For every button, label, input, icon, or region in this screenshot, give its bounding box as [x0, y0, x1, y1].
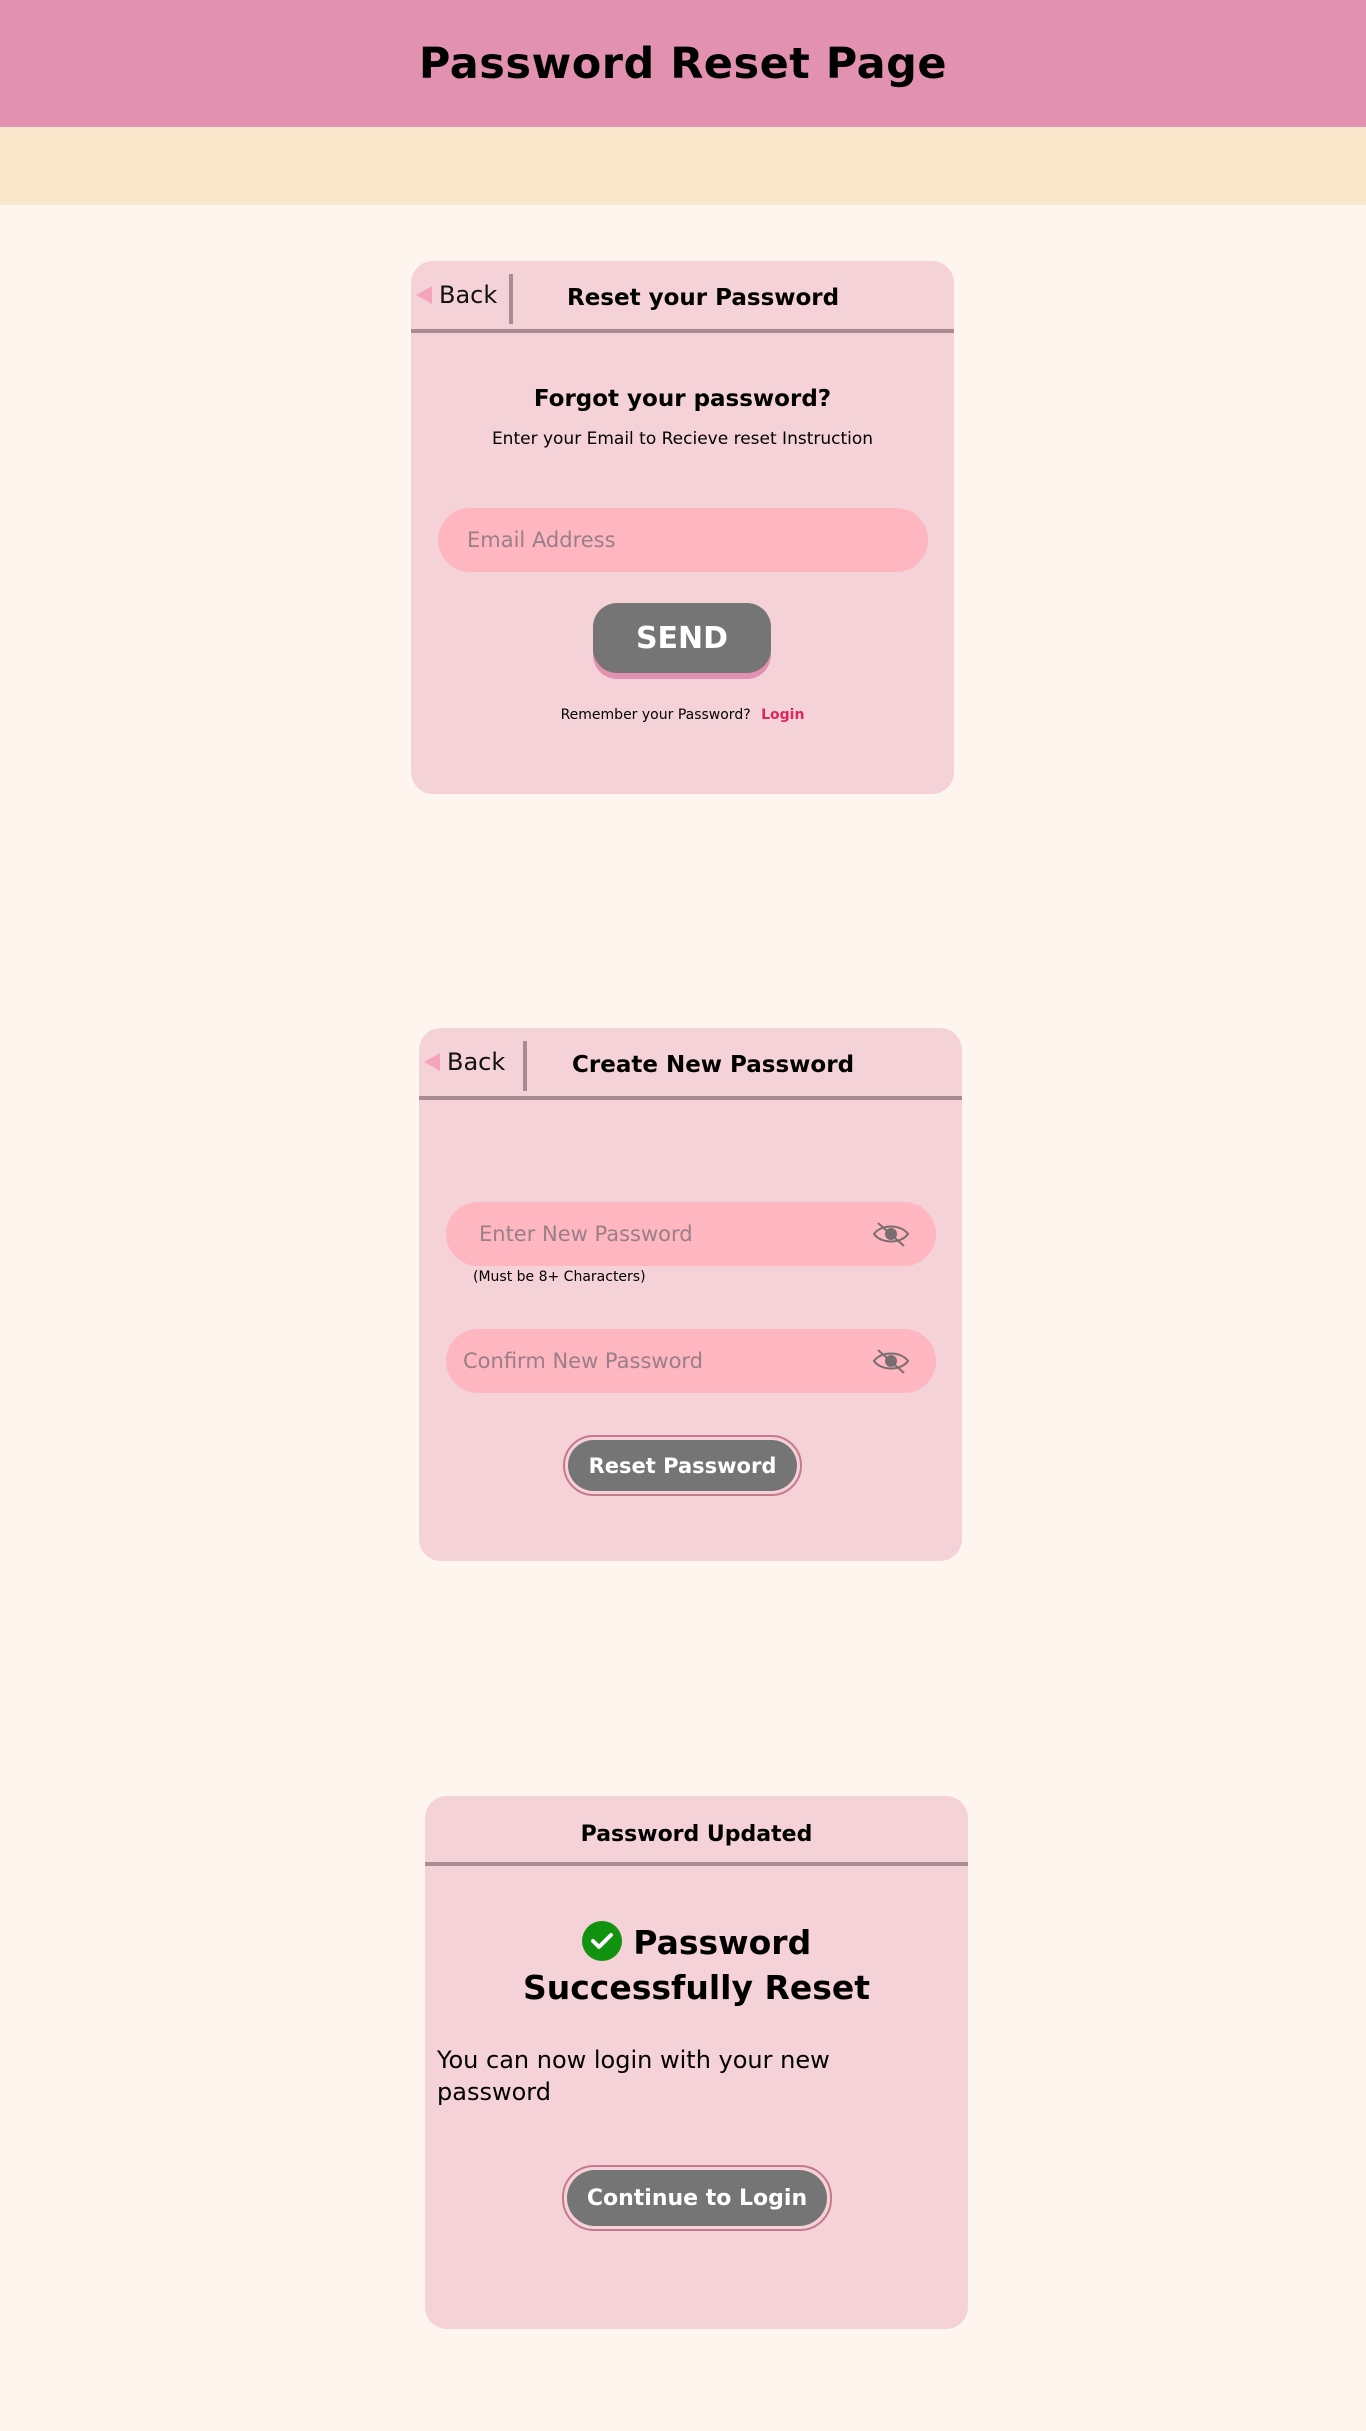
- forgot-heading: Forgot your password?: [533, 386, 832, 412]
- card-title: Reset your Password: [567, 285, 840, 311]
- reset-instruction: Enter your Email to Recieve reset Instru…: [491, 429, 874, 449]
- email-input[interactable]: [438, 508, 928, 572]
- create-password-card: Back Create New Password (Must be 8+ Cha…: [419, 1028, 962, 1561]
- card-title: Password Updated: [580, 1822, 813, 1847]
- back-arrow-icon: [416, 286, 432, 304]
- eye-slash-icon[interactable]: [872, 1347, 910, 1375]
- card-header: Back Create New Password: [419, 1028, 962, 1100]
- check-circle-icon: [581, 1920, 622, 1961]
- reset-password-button[interactable]: Reset Password: [568, 1440, 797, 1491]
- password-hint: (Must be 8+ Characters): [473, 1269, 646, 1285]
- remember-row: Remember your Password? Login: [411, 707, 954, 723]
- success-line-2: Successfully Reset: [522, 1968, 871, 2007]
- sub-header-bar: [0, 127, 1366, 205]
- remember-text: Remember your Password?: [560, 707, 751, 723]
- back-label: Back: [447, 1048, 506, 1076]
- password-updated-card: Password Updated Password Successfully R…: [425, 1796, 968, 2329]
- page-header: Password Reset Page: [0, 0, 1366, 127]
- success-heading: Password Successfully Reset: [425, 1920, 968, 2010]
- reset-password-button-wrap: Reset Password: [563, 1435, 802, 1496]
- header-divider: [509, 274, 513, 324]
- card-header: Back Reset your Password: [411, 261, 954, 333]
- send-button[interactable]: SEND: [593, 603, 771, 673]
- card-title: Create New Password: [572, 1052, 855, 1078]
- eye-slash-icon[interactable]: [872, 1220, 910, 1248]
- confirm-password-input[interactable]: [446, 1329, 936, 1393]
- login-link[interactable]: Login: [761, 707, 804, 723]
- page-title: Password Reset Page: [418, 38, 948, 89]
- back-button[interactable]: Back: [424, 1044, 505, 1080]
- success-line-1: Password: [633, 1923, 812, 1962]
- header-divider: [523, 1041, 527, 1091]
- success-message: You can now login with your new password: [437, 2046, 830, 2106]
- card-header: Password Updated: [425, 1796, 968, 1866]
- continue-to-login-button[interactable]: Continue to Login: [567, 2170, 827, 2226]
- continue-button-wrap: Continue to Login: [562, 2165, 832, 2231]
- back-button[interactable]: Back: [416, 277, 497, 313]
- new-password-input[interactable]: [446, 1202, 936, 1266]
- reset-password-card: Back Reset your Password Forgot your pas…: [411, 261, 954, 794]
- back-label: Back: [439, 281, 498, 309]
- back-arrow-icon: [424, 1053, 440, 1071]
